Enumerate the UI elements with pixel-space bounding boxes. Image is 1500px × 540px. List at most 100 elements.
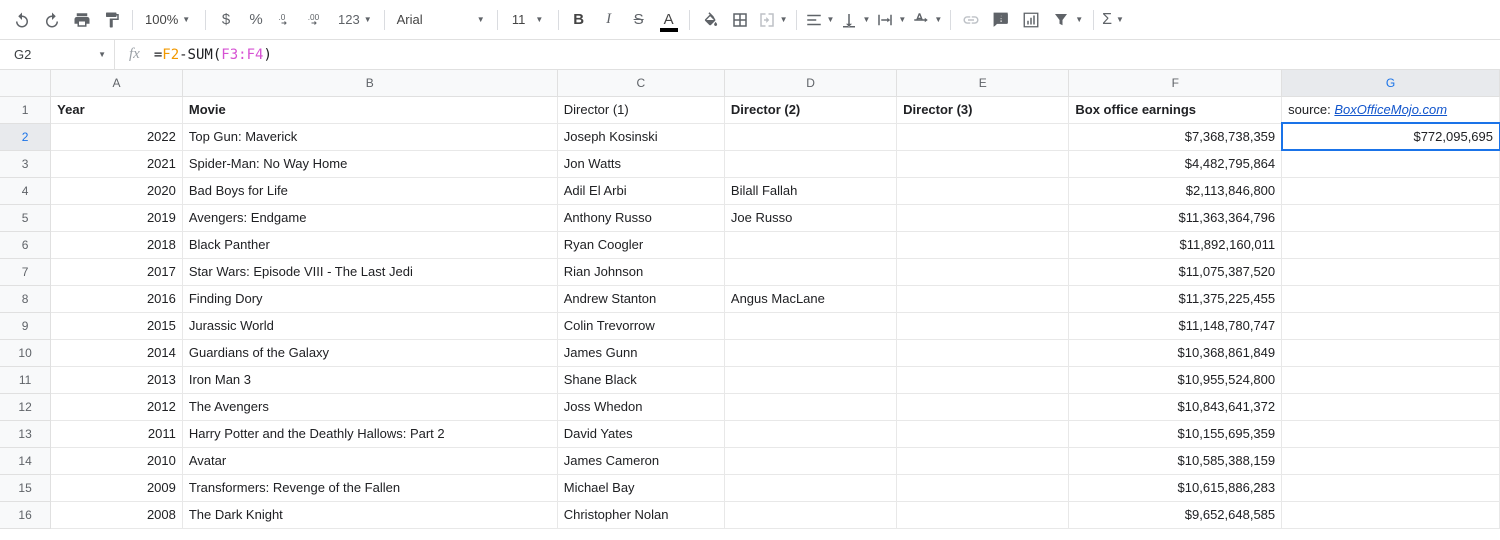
cell[interactable]: Rian Johnson <box>557 258 724 285</box>
cell[interactable]: $772,095,695 <box>1282 123 1500 150</box>
cell[interactable]: 2013 <box>51 366 183 393</box>
cell[interactable] <box>897 204 1069 231</box>
cell[interactable]: 2016 <box>51 285 183 312</box>
cell[interactable]: The Avengers <box>182 393 557 420</box>
cell[interactable]: Year <box>51 96 183 123</box>
cell[interactable] <box>1282 285 1500 312</box>
row-header[interactable]: 14 <box>0 447 51 474</box>
column-header-C[interactable]: C <box>557 70 724 96</box>
text-color-button[interactable]: A <box>655 6 683 34</box>
cell[interactable]: The Dark Knight <box>182 501 557 528</box>
cell[interactable]: Michael Bay <box>557 474 724 501</box>
redo-button[interactable] <box>38 6 66 34</box>
cell[interactable]: Top Gun: Maverick <box>182 123 557 150</box>
column-header-G[interactable]: G <box>1282 70 1500 96</box>
cell[interactable]: Spider-Man: No Way Home <box>182 150 557 177</box>
cell[interactable] <box>1282 393 1500 420</box>
currency-button[interactable]: $ <box>212 6 240 34</box>
cell[interactable]: $9,652,648,585 <box>1069 501 1282 528</box>
cell[interactable]: $11,148,780,747 <box>1069 312 1282 339</box>
cell[interactable] <box>1282 258 1500 285</box>
select-all-corner[interactable] <box>0 70 51 96</box>
insert-chart-button[interactable] <box>1017 6 1045 34</box>
cell[interactable]: 2011 <box>51 420 183 447</box>
cell[interactable] <box>897 474 1069 501</box>
cell[interactable] <box>724 123 896 150</box>
cell[interactable] <box>897 366 1069 393</box>
horizontal-align-dropdown[interactable]: ▼ <box>803 6 837 34</box>
cell[interactable]: Harry Potter and the Deathly Hallows: Pa… <box>182 420 557 447</box>
cell[interactable] <box>897 150 1069 177</box>
source-link[interactable]: BoxOfficeMojo.com <box>1334 102 1447 117</box>
column-header-D[interactable]: D <box>724 70 896 96</box>
cell[interactable]: $10,955,524,800 <box>1069 366 1282 393</box>
cell[interactable]: $2,113,846,800 <box>1069 177 1282 204</box>
cell[interactable]: Joe Russo <box>724 204 896 231</box>
strikethrough-button[interactable]: S <box>625 6 653 34</box>
row-header[interactable]: 9 <box>0 312 51 339</box>
row-header[interactable]: 4 <box>0 177 51 204</box>
cell[interactable] <box>897 393 1069 420</box>
cell[interactable]: Bilall Fallah <box>724 177 896 204</box>
cell[interactable] <box>724 312 896 339</box>
row-header[interactable]: 16 <box>0 501 51 528</box>
cell[interactable]: 2015 <box>51 312 183 339</box>
cell[interactable]: Anthony Russo <box>557 204 724 231</box>
cell[interactable] <box>897 258 1069 285</box>
row-header[interactable]: 11 <box>0 366 51 393</box>
bold-button[interactable]: B <box>565 6 593 34</box>
cell[interactable] <box>897 339 1069 366</box>
filter-button[interactable] <box>1047 6 1075 34</box>
cell[interactable]: 2017 <box>51 258 183 285</box>
cell[interactable]: Iron Man 3 <box>182 366 557 393</box>
cell[interactable]: $10,615,886,283 <box>1069 474 1282 501</box>
cell[interactable]: David Yates <box>557 420 724 447</box>
row-header[interactable]: 1 <box>0 96 51 123</box>
column-header-F[interactable]: F <box>1069 70 1282 96</box>
row-header[interactable]: 13 <box>0 420 51 447</box>
cell[interactable] <box>724 258 896 285</box>
cell[interactable]: Jon Watts <box>557 150 724 177</box>
cell[interactable]: Director (2) <box>724 96 896 123</box>
cell[interactable]: 2012 <box>51 393 183 420</box>
cell[interactable]: Angus MacLane <box>724 285 896 312</box>
paint-format-button[interactable] <box>98 6 126 34</box>
cell[interactable]: Avengers: Endgame <box>182 204 557 231</box>
text-rotation-dropdown[interactable]: ▼ <box>910 6 944 34</box>
cell[interactable]: Shane Black <box>557 366 724 393</box>
cell[interactable] <box>724 393 896 420</box>
cell[interactable]: Director (1) <box>557 96 724 123</box>
row-header[interactable]: 3 <box>0 150 51 177</box>
cell[interactable] <box>897 285 1069 312</box>
cell[interactable]: 2020 <box>51 177 183 204</box>
cell[interactable]: Bad Boys for Life <box>182 177 557 204</box>
italic-button[interactable]: I <box>595 6 623 34</box>
formula-input[interactable]: =F2-SUM(F3:F4) <box>154 47 1500 63</box>
cell[interactable] <box>897 501 1069 528</box>
cell[interactable] <box>724 420 896 447</box>
cell[interactable]: Black Panther <box>182 231 557 258</box>
row-header[interactable]: 6 <box>0 231 51 258</box>
cell[interactable]: Guardians of the Galaxy <box>182 339 557 366</box>
insert-link-button[interactable] <box>957 6 985 34</box>
name-box[interactable]: G2 ▼ <box>0 40 115 69</box>
cell[interactable]: Ryan Coogler <box>557 231 724 258</box>
zoom-dropdown[interactable]: 100% ▼ <box>139 6 199 34</box>
increase-decimal-button[interactable]: .00 <box>302 6 330 34</box>
cell[interactable] <box>897 420 1069 447</box>
cell[interactable] <box>724 501 896 528</box>
cell[interactable]: 2010 <box>51 447 183 474</box>
cell[interactable]: Joss Whedon <box>557 393 724 420</box>
cell[interactable]: $10,843,641,372 <box>1069 393 1282 420</box>
undo-button[interactable] <box>8 6 36 34</box>
vertical-align-dropdown[interactable]: ▼ <box>838 6 872 34</box>
cell[interactable] <box>1282 204 1500 231</box>
cell[interactable]: $7,368,738,359 <box>1069 123 1282 150</box>
cell[interactable] <box>1282 501 1500 528</box>
column-header-B[interactable]: B <box>182 70 557 96</box>
cell[interactable]: 2014 <box>51 339 183 366</box>
cell[interactable]: Adil El Arbi <box>557 177 724 204</box>
row-header[interactable]: 5 <box>0 204 51 231</box>
cell[interactable]: Christopher Nolan <box>557 501 724 528</box>
borders-button[interactable] <box>726 6 754 34</box>
